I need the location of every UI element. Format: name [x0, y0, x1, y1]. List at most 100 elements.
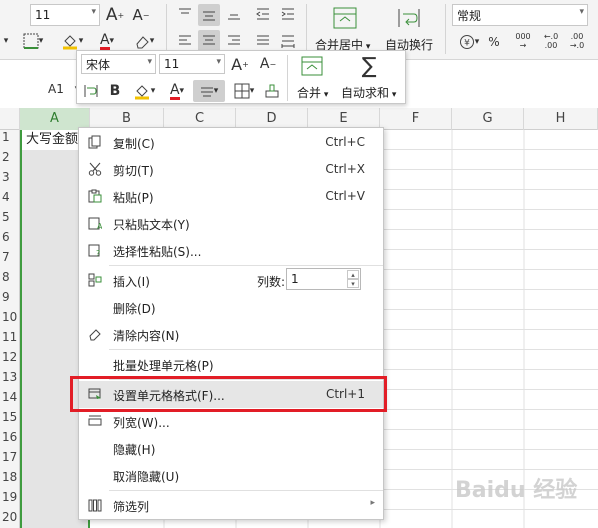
justify-icon [257, 35, 269, 45]
font-size-value: 11 [35, 8, 51, 22]
mini-font-size-combo[interactable]: 11 ▾ [159, 54, 225, 74]
column-header-f[interactable]: F [380, 108, 452, 130]
mini-font-name-combo[interactable]: 宋体 ▾ [81, 54, 156, 74]
align-top-icon [179, 8, 191, 14]
row-header[interactable]: 11 [0, 330, 20, 350]
mini-font-color-button[interactable]: A ▾ [163, 80, 191, 102]
row-header[interactable]: 15 [0, 410, 20, 430]
justify-button[interactable] [253, 30, 273, 52]
column-width-icon [87, 413, 103, 429]
menu-item-copy[interactable]: 复制(C) Ctrl+C [79, 129, 383, 156]
highlight-annotation [70, 376, 387, 412]
align-top-button[interactable] [175, 4, 195, 24]
menu-item-unhide[interactable]: 取消隐藏(U) [79, 462, 383, 489]
increase-indent-button[interactable] [278, 4, 298, 24]
row-header[interactable]: 2 [0, 150, 20, 170]
row-header[interactable]: 13 [0, 370, 20, 390]
align-middle-button[interactable] [198, 4, 220, 26]
mini-merge-button[interactable]: 合并 ▾ [297, 84, 328, 101]
align-left-button[interactable] [175, 30, 195, 52]
fill-color-button[interactable]: ▾ [58, 30, 86, 52]
merge-cells-icon [301, 56, 323, 76]
mini-border-button[interactable]: ▾ [229, 80, 259, 102]
font-color-button[interactable]: A ▾ [94, 30, 120, 52]
paint-bucket-icon [134, 85, 149, 100]
row-header[interactable]: 19 [0, 490, 20, 510]
sigma-icon: ∑ [361, 53, 377, 79]
row-header[interactable]: 10 [0, 310, 20, 330]
mini-fill-color-button[interactable]: ▾ [129, 80, 159, 102]
menu-item-batch-process[interactable]: 批量处理单元格(P) [79, 351, 383, 378]
context-menu: 复制(C) Ctrl+C 剪切(T) Ctrl+X 粘贴(P) Ctrl+V A… [78, 127, 384, 520]
align-right-button[interactable] [224, 30, 244, 52]
menu-item-paste[interactable]: 粘贴(P) Ctrl+V [79, 183, 383, 210]
column-header-g[interactable]: G [452, 108, 524, 130]
mini-autosum-icon-button[interactable]: ∑ [357, 53, 381, 79]
row-header[interactable]: 7 [0, 250, 20, 270]
menu-item-hide[interactable]: 隐藏(H) [79, 435, 383, 462]
thousands-button[interactable]: 000 → [512, 30, 534, 52]
align-center-button[interactable] [198, 30, 220, 52]
row-header[interactable]: 18 [0, 470, 20, 490]
row-header[interactable]: 9 [0, 290, 20, 310]
decrease-indent-button[interactable] [253, 4, 273, 24]
mini-format-painter-button[interactable] [261, 80, 283, 102]
eraser-icon [87, 326, 103, 342]
clear-button[interactable]: ▾ [130, 30, 158, 52]
name-box[interactable]: A1 [48, 82, 64, 96]
align-bottom-icon [228, 14, 240, 20]
border-dropdown-button[interactable]: ▾ [0, 30, 12, 52]
border-icon [23, 33, 39, 49]
column-count-label: 列数: [257, 275, 286, 289]
currency-button[interactable]: ¥ ▾ [454, 32, 484, 52]
wrap-text-icon [84, 85, 98, 97]
increase-decimal-button[interactable]: ←.0.00 [540, 30, 562, 52]
merge-center-icon-button[interactable] [330, 4, 360, 32]
menu-item-paste-text-only[interactable]: A 只粘贴文本(Y) [79, 210, 383, 237]
decrease-decimal-button[interactable]: .00 →.0 [566, 30, 588, 52]
filter-columns-icon [87, 497, 103, 513]
row-header[interactable]: 14 [0, 390, 20, 410]
distributed-button[interactable] [278, 30, 298, 52]
row-header[interactable]: 6 [0, 230, 20, 250]
menu-item-delete[interactable]: 删除(D) [79, 294, 383, 321]
row-header[interactable]: 17 [0, 450, 20, 470]
mini-decrease-font-button[interactable]: A − [257, 53, 279, 75]
align-bottom-button[interactable] [224, 4, 244, 24]
menu-item-column-width[interactable]: 列宽(W)... [79, 408, 383, 435]
row-header[interactable]: 5 [0, 210, 20, 230]
font-size-combo[interactable]: 11 ▾ [30, 4, 100, 26]
mini-increase-font-button[interactable]: A + [229, 53, 251, 75]
auto-wrap-icon-button[interactable] [394, 4, 424, 32]
row-header[interactable]: 16 [0, 430, 20, 450]
column-count-value: 1 [291, 272, 299, 286]
column-count-stepper[interactable]: 1 ▴ ▾ [286, 268, 361, 290]
row-header[interactable]: 20 [0, 510, 20, 528]
row-header[interactable]: 1 [0, 130, 20, 150]
row-header[interactable]: 4 [0, 190, 20, 210]
watermark: Baidu 经验 [455, 478, 578, 503]
stepper-up-icon[interactable]: ▴ [347, 270, 359, 279]
mini-align-button[interactable]: ▾ [193, 80, 225, 102]
percent-button[interactable]: % [486, 32, 502, 52]
increase-font-button[interactable]: A + [104, 4, 126, 26]
mini-autosum-button[interactable]: 自动求和 ▾ [341, 84, 396, 101]
menu-item-cut[interactable]: 剪切(T) Ctrl+X [79, 156, 383, 183]
mini-wrap-button[interactable] [81, 80, 101, 102]
align-middle-icon [203, 11, 215, 21]
column-header-h[interactable]: H [524, 108, 598, 130]
mini-merge-icon-button[interactable] [299, 54, 325, 78]
menu-item-paste-special[interactable]: ? 选择性粘贴(S)... [79, 237, 383, 264]
row-header[interactable]: 8 [0, 270, 20, 290]
decrease-font-button[interactable]: A − [130, 4, 152, 26]
row-header[interactable]: 3 [0, 170, 20, 190]
number-format-combo[interactable]: 常规 ▾ [452, 4, 588, 26]
mini-bold-button[interactable]: B [105, 80, 125, 102]
border-button[interactable]: ▾ [20, 30, 46, 52]
menu-item-clear-contents[interactable]: 清除内容(N) [79, 321, 383, 348]
row-header[interactable]: 12 [0, 350, 20, 370]
select-all-corner[interactable] [0, 108, 20, 130]
menu-item-filter-column[interactable]: 筛选列 ▸ [79, 492, 383, 519]
stepper-down-icon[interactable]: ▾ [347, 279, 359, 288]
number-format-value: 常规 [457, 8, 482, 23]
